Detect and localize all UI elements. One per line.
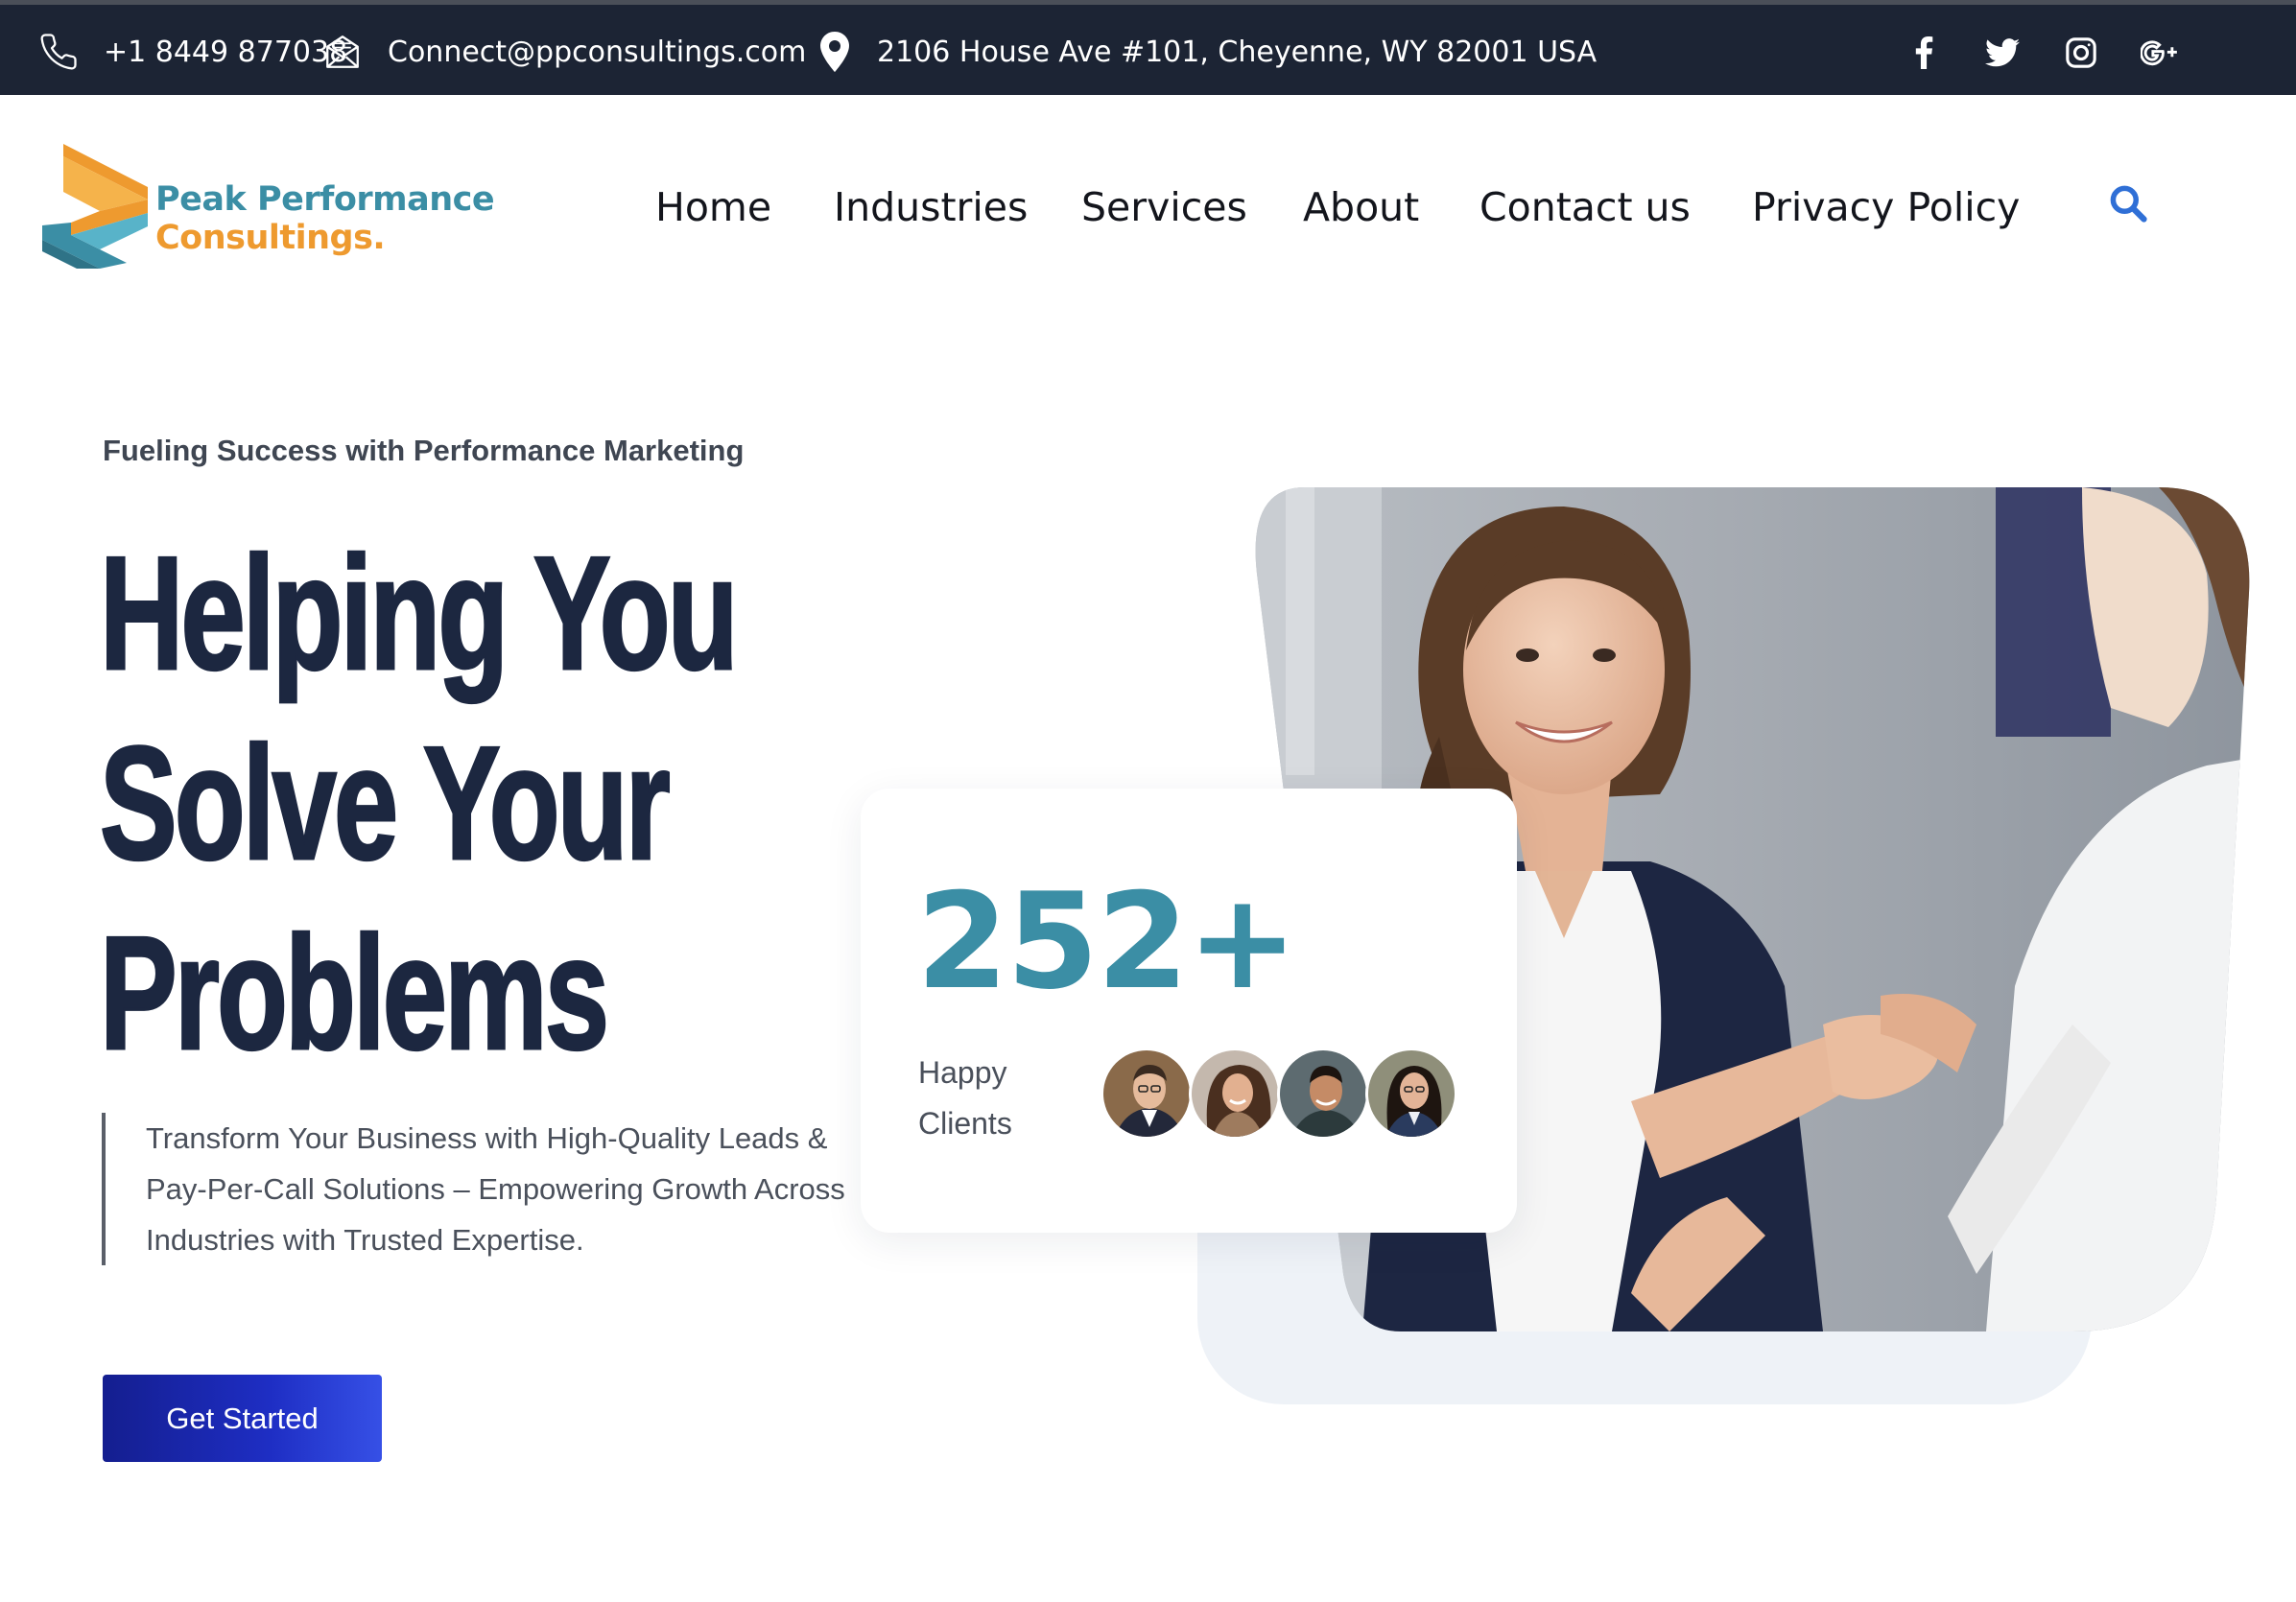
headline-line-1: Helping You [99, 522, 740, 705]
clients-count: 252+ [916, 864, 1298, 1019]
email-address: Connect@ppconsultings.com [388, 35, 807, 69]
avatar [1189, 1048, 1281, 1140]
avatar [1277, 1048, 1369, 1140]
hero-description: Transform Your Business with High-Qualit… [146, 1121, 845, 1257]
map-pin-icon [817, 32, 852, 72]
facebook-icon[interactable] [1903, 32, 1945, 74]
hero-description-block: Transform Your Business with High-Qualit… [102, 1113, 850, 1265]
phone-contact[interactable]: +1 8449 877038 [38, 31, 347, 73]
nav-contact-us[interactable]: Contact us [1479, 178, 1691, 236]
phone-icon [38, 32, 79, 72]
nav-privacy-policy[interactable]: Privacy Policy [1752, 178, 2020, 236]
avatar [1365, 1048, 1457, 1140]
top-contact-bar: +1 8449 877038 Connect@ppconsultings.com… [0, 0, 2296, 95]
client-avatars [1101, 1048, 1484, 1140]
office-address: 2106 House Ave #101, Cheyenne, WY 82001 … [877, 35, 1598, 69]
clients-label: Happy Clients [918, 1055, 1012, 1141]
address-contact: 2106 House Ave #101, Cheyenne, WY 82001 … [817, 31, 1597, 73]
nav-about[interactable]: About [1303, 178, 1419, 236]
email-contact[interactable]: Connect@ppconsultings.com [322, 31, 806, 73]
twitter-icon[interactable] [1981, 32, 2024, 74]
main-navigation: Home Industries Services About Contact u… [0, 178, 2296, 236]
hero-headline: Helping You Solve Your Problems [99, 518, 887, 1088]
nav-industries[interactable]: Industries [834, 178, 1028, 236]
mail-icon [322, 32, 363, 72]
headline-line-2: Solve Your [99, 712, 672, 895]
instagram-icon[interactable] [2060, 32, 2102, 74]
phone-number: +1 8449 877038 [104, 35, 348, 69]
avatar [1101, 1048, 1193, 1140]
happy-clients-card: 252+ Happy Clients [861, 789, 1517, 1233]
get-started-button[interactable]: Get Started [103, 1375, 382, 1462]
nav-services[interactable]: Services [1081, 178, 1247, 236]
hero-eyebrow: Fueling Success with Performance Marketi… [103, 434, 745, 467]
search-icon[interactable] [2107, 182, 2149, 224]
headline-line-3: Problems [99, 902, 610, 1085]
google-plus-icon[interactable] [2139, 32, 2181, 74]
nav-home[interactable]: Home [655, 178, 771, 236]
